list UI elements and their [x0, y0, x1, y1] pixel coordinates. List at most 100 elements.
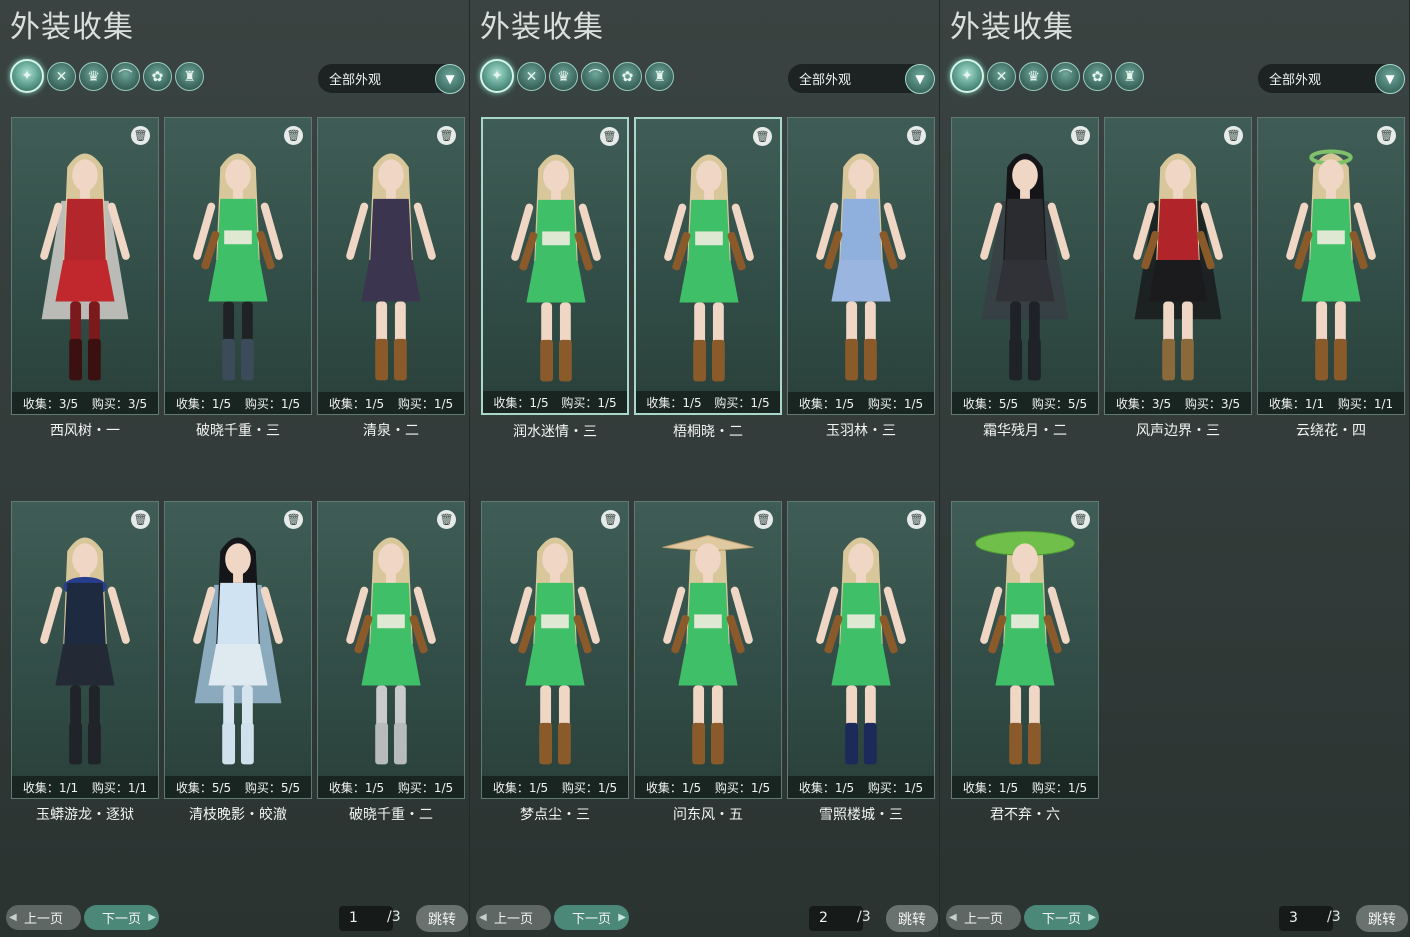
outfit-card[interactable]: 🗑 收集：1/5 购买：1/5 君不弃・六	[951, 501, 1099, 823]
character-figure	[788, 130, 934, 392]
outfit-name: 问东风・五	[673, 807, 743, 823]
prev-page-button[interactable]: 上一页	[946, 905, 1021, 930]
outfit-card[interactable]: 🗑 收集：1/1 购买：1/1 玉蟒游龙・逐狱	[11, 501, 159, 823]
coat-tab-icon[interactable]: ✕	[987, 62, 1016, 91]
trash-icon[interactable]: 🗑	[437, 126, 456, 145]
page-total: /3	[1327, 909, 1341, 925]
page-total: /3	[857, 909, 871, 925]
collect-count: 收集：1/5	[798, 780, 855, 795]
outfit-card[interactable]: 🗑 收集：1/5 购买：1/5 梧桐晓・二	[634, 117, 782, 440]
buy-count: 购买：3/5	[91, 396, 148, 411]
collection-stats: 收集：1/5 购买：1/5	[318, 392, 464, 414]
shoes-tab-icon[interactable]: ⌒	[581, 62, 610, 91]
set-tab-icon[interactable]: ♜	[645, 62, 674, 91]
outfit-card[interactable]: 🗑 收集：1/5 购买：1/5 雪照楼城・三	[787, 501, 935, 823]
page-number-input[interactable]: 3	[1279, 906, 1333, 931]
buy-count: 购买：1/5	[397, 780, 454, 795]
next-page-button[interactable]: 下一页	[1024, 905, 1099, 930]
collection-stats: 收集：1/5 购买：1/5	[636, 391, 780, 413]
collection-stats: 收集：3/5 购买：3/5	[12, 392, 158, 414]
collection-stats: 收集：5/5 购买：5/5	[165, 776, 311, 798]
character-figure	[636, 131, 780, 393]
trash-icon[interactable]: 🗑	[907, 126, 926, 145]
collect-count: 收集：1/5	[328, 780, 385, 795]
trash-icon[interactable]: 🗑	[600, 127, 619, 146]
trash-icon[interactable]: 🗑	[437, 510, 456, 529]
face-tab-icon[interactable]: ✿	[1083, 62, 1112, 91]
coat-tab-icon[interactable]: ✕	[517, 62, 546, 91]
chevron-down-icon[interactable]: ▼	[435, 63, 465, 94]
trash-icon[interactable]: 🗑	[1071, 510, 1090, 529]
outfit-card[interactable]: 🗑 收集：1/5 购买：1/5 破晓千重・二	[317, 501, 465, 823]
outfit-card[interactable]: 🗑 收集：1/5 购买：1/5 玉羽林・三	[787, 117, 935, 439]
set-tab-icon[interactable]: ♜	[175, 62, 204, 91]
outfit-card[interactable]: 🗑 收集：1/5 购买：1/5 问东风・五	[634, 501, 782, 823]
pagination: 上一页 下一页 1 /3 跳转	[6, 905, 468, 932]
outfit-card[interactable]: 🗑 收集：1/5 购买：1/5 清泉・二	[317, 117, 465, 439]
trash-icon[interactable]: 🗑	[284, 126, 303, 145]
trash-icon[interactable]: 🗑	[131, 510, 150, 529]
outfit-name: 梦点尘・三	[520, 807, 590, 823]
buy-count: 购买：1/5	[561, 780, 618, 795]
collection-stats: 收集：1/5 购买：1/5	[788, 392, 934, 414]
trash-icon[interactable]: 🗑	[601, 510, 620, 529]
next-page-button[interactable]: 下一页	[84, 905, 159, 930]
buy-count: 购买：3/5	[1184, 396, 1241, 411]
filter-label: 全部外观	[1269, 73, 1322, 88]
trash-icon[interactable]: 🗑	[907, 510, 926, 529]
tops-tab-icon[interactable]: ✦	[480, 59, 514, 93]
set-tab-icon[interactable]: ♜	[1115, 62, 1144, 91]
trash-icon[interactable]: 🗑	[754, 510, 773, 529]
coat-tab-icon[interactable]: ✕	[47, 62, 76, 91]
trash-icon[interactable]: 🗑	[284, 510, 303, 529]
chevron-down-icon[interactable]: ▼	[1375, 63, 1405, 94]
collection-panel: 外装收集 ✦✕♛⌒✿♜ 全部外观 ▼ 🗑 收集：1/5 购买：1/5	[470, 0, 940, 937]
character-figure	[788, 514, 934, 776]
buy-count: 购买：1/5	[561, 395, 617, 410]
tops-tab-icon[interactable]: ✦	[10, 59, 44, 93]
collection-stats: 收集：5/5 购买：5/5	[952, 392, 1098, 414]
face-tab-icon[interactable]: ✿	[613, 62, 642, 91]
collect-count: 收集：5/5	[175, 780, 232, 795]
shoes-tab-icon[interactable]: ⌒	[1051, 62, 1080, 91]
outfit-card[interactable]: 🗑 收集：1/5 购买：1/5 破晓千重・三	[164, 117, 312, 439]
outfit-card[interactable]: 🗑 收集：5/5 购买：5/5 清枝晚影・皎澈	[164, 501, 312, 823]
buy-count: 购买：1/5	[397, 396, 454, 411]
appearance-filter-dropdown[interactable]: 全部外观 ▼	[318, 63, 465, 94]
collect-count: 收集：3/5	[22, 396, 79, 411]
trash-icon[interactable]: 🗑	[131, 126, 150, 145]
appearance-filter-dropdown[interactable]: 全部外观 ▼	[1258, 63, 1405, 94]
trash-icon[interactable]: 🗑	[753, 127, 772, 146]
dress-tab-icon[interactable]: ♛	[549, 62, 578, 91]
outfit-card[interactable]: 🗑 收集：3/5 购买：3/5 风声边界・三	[1104, 117, 1252, 439]
collection-stats: 收集：1/1 购买：1/1	[12, 776, 158, 798]
collect-count: 收集：1/1	[22, 780, 79, 795]
collection-panel: 外装收集 ✦ ✕ ♛ ⌒ ✿ ♜ 全部外观 ▼ 🗑 收集：3/5 购买：3/5 西	[0, 0, 470, 937]
face-tab-icon[interactable]: ✿	[143, 62, 172, 91]
dress-tab-icon[interactable]: ♛	[1019, 62, 1048, 91]
page-number-input[interactable]: 2	[809, 906, 863, 931]
character-figure	[12, 514, 158, 776]
outfit-name: 风声边界・三	[1136, 423, 1220, 439]
prev-page-button[interactable]: 上一页	[476, 905, 551, 930]
trash-icon[interactable]: 🗑	[1377, 126, 1396, 145]
next-page-button[interactable]: 下一页	[554, 905, 629, 930]
appearance-filter-dropdown[interactable]: 全部外观 ▼	[788, 63, 935, 94]
dress-tab-icon[interactable]: ♛	[79, 62, 108, 91]
outfit-card[interactable]: 🗑 收集：1/5 购买：1/5 润水迷情・三	[481, 117, 629, 440]
outfit-name: 破晓千重・三	[196, 423, 280, 439]
outfit-card[interactable]: 🗑 收集：3/5 购买：3/5 西风树・一	[11, 117, 159, 439]
chevron-down-icon[interactable]: ▼	[905, 63, 935, 94]
shoes-tab-icon[interactable]: ⌒	[111, 62, 140, 91]
tops-tab-icon[interactable]: ✦	[950, 59, 984, 93]
jump-button[interactable]: 跳转	[886, 905, 938, 932]
trash-icon[interactable]: 🗑	[1224, 126, 1243, 145]
outfit-card[interactable]: 🗑 收集：5/5 购买：5/5 霜华残月・二	[951, 117, 1099, 439]
outfit-card[interactable]: 🗑 收集：1/5 购买：1/5 梦点尘・三	[481, 501, 629, 823]
jump-button[interactable]: 跳转	[416, 905, 468, 932]
prev-page-button[interactable]: 上一页	[6, 905, 81, 930]
trash-icon[interactable]: 🗑	[1071, 126, 1090, 145]
jump-button[interactable]: 跳转	[1356, 905, 1408, 932]
outfit-card[interactable]: 🗑 收集：1/1 购买：1/1 云绕花・四	[1257, 117, 1405, 439]
page-number-input[interactable]: 1	[339, 906, 393, 931]
